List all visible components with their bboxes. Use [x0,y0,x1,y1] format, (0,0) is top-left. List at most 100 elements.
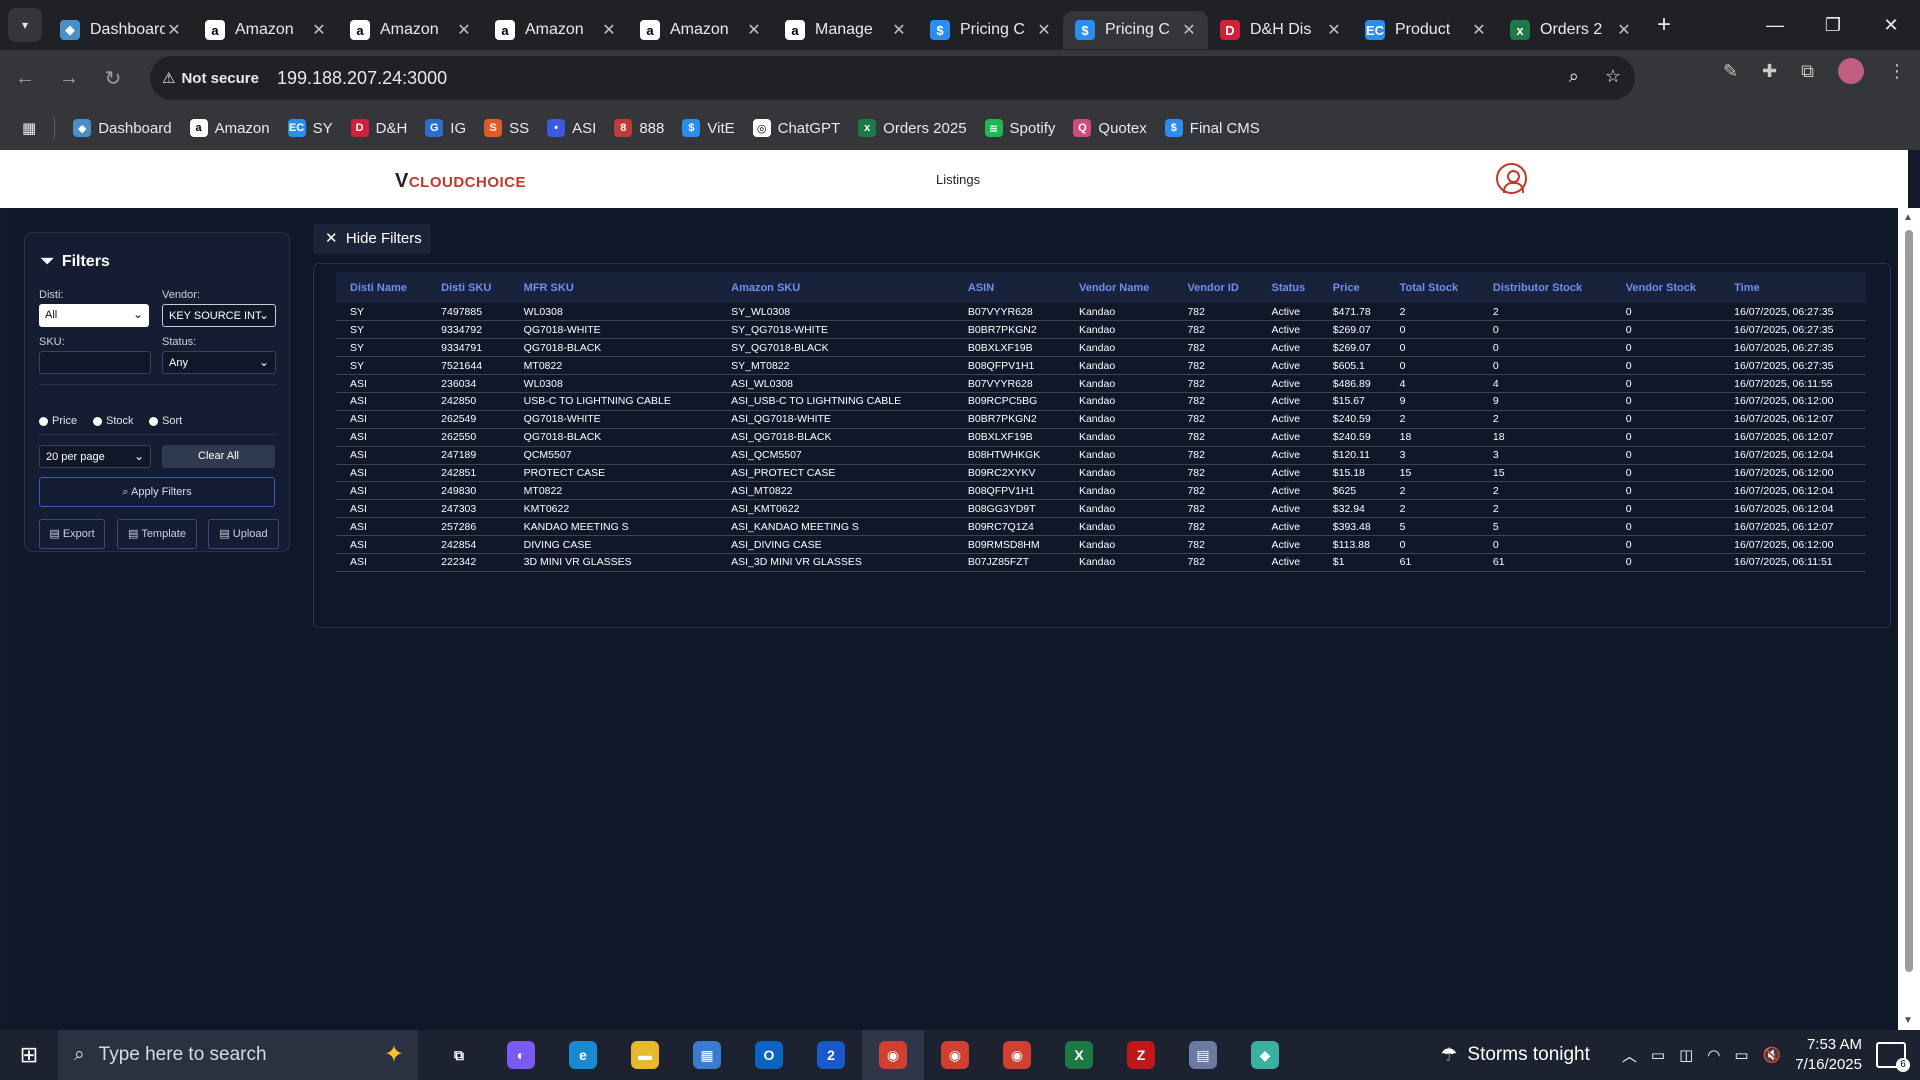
taskbar-app[interactable]: ◉ [862,1030,924,1080]
taskbar-app[interactable]: O [738,1030,800,1080]
taskbar-app[interactable]: Z [1110,1030,1172,1080]
zoom-icon[interactable]: ⌕ [1569,66,1579,87]
battery-icon[interactable]: ▭ [1734,1046,1748,1064]
bookmark-item[interactable]: $ VitE [682,119,735,137]
taskbar-search[interactable]: ⌕ Type here to search ✦ [58,1030,418,1080]
scroll-down-icon[interactable]: ▼ [1903,1015,1913,1026]
browser-tab[interactable]: x Orders 2 ✕ [1498,11,1643,49]
extensions-icon[interactable]: ⧉ [1801,61,1814,82]
close-tab-icon[interactable]: ✕ [310,20,328,40]
column-header[interactable]: MFR SKU [510,272,717,303]
radio-price[interactable]: Price [39,415,77,427]
scroll-up-icon[interactable]: ▲ [1903,212,1913,223]
weather-widget[interactable]: ☂ Storms tonight [1440,1044,1590,1067]
browser-tab[interactable]: $ Pricing C ✕ [918,11,1063,49]
user-account-icon[interactable] [1496,163,1527,194]
network-icon[interactable]: ▭ [1651,1046,1665,1064]
browser-tab[interactable]: $ Pricing C ✕ [1063,11,1208,49]
bookmark-item[interactable]: x Orders 2025 [858,119,967,137]
extension-puzzle-blue-icon[interactable]: ✚ [1762,61,1777,82]
browser-tab[interactable]: a Amazon ✕ [193,11,338,49]
browser-tab[interactable]: D D&H Dis ✕ [1208,11,1353,49]
new-tab-button[interactable]: + [1657,11,1671,39]
taskbar-app[interactable]: ◆ [1234,1030,1296,1080]
radio-button[interactable] [39,416,48,426]
table-row[interactable]: SY 9334792 QG7018-WHITE SY_QG7018-WHITE B0BR… [336,320,1866,340]
table-row[interactable]: ASI 242851 PROTECT CASE ASI_PROTECT CASE B09… [336,464,1866,483]
export-button[interactable]: ▤ Export [39,519,105,549]
minimize-icon[interactable]: — [1746,0,1804,50]
scrollbar-thumb[interactable] [1905,230,1913,972]
bookmark-item[interactable]: ≋ Spotify [984,119,1055,137]
browser-tab[interactable]: a Manage ✕ [773,11,918,49]
vendor-select[interactable]: KEY SOURCE INT ⌄ [162,304,276,327]
column-header[interactable]: Vendor ID [1173,272,1257,303]
forward-icon[interactable]: → [50,67,88,90]
tab-search-button[interactable]: ▾ [8,8,42,42]
column-header[interactable]: Vendor Name [1065,272,1173,303]
taskbar-app[interactable]: ◉ [924,1030,986,1080]
table-row[interactable]: ASI 257286 KANDAO MEETING S ASI_KANDAO MEET… [336,517,1866,537]
restore-icon[interactable]: ❐ [1804,0,1862,50]
nav-listings[interactable]: Listings [936,172,980,187]
table-row[interactable]: SY 9334791 QG7018-BLACK SY_QG7018-BLACK B0BX… [336,338,1866,358]
table-row[interactable]: SY 7521644 MT0822 SY_MT0822 B08QFPV1H1 Kandao… [336,356,1866,376]
taskbar-app[interactable]: ▬ [614,1030,676,1080]
profile-avatar[interactable] [1838,58,1864,84]
apply-filters-button[interactable]: ⌕ Apply Filters [39,477,275,507]
taskbar-app[interactable]: e [552,1030,614,1080]
bookmark-item[interactable]: G IG [425,119,466,137]
table-row[interactable]: ASI 262550 QG7018-BLACK ASI_QG7018-BLACK B0B… [336,428,1866,447]
bookmark-item[interactable]: EC SY [287,119,333,137]
address-bar[interactable]: ⚠ Not secure 199.188.207.24:3000 ⌕ ☆ [150,56,1635,100]
bookmark-item[interactable]: a Amazon [189,119,270,137]
close-tab-icon[interactable]: ✕ [1035,20,1053,40]
bookmark-item[interactable]: • ASI [547,119,596,137]
bookmark-item[interactable]: $ Final CMS [1164,119,1260,137]
page-scrollbar[interactable]: ▲ ▼ [1898,208,1920,1030]
browser-menu-icon[interactable]: ⋮ [1888,61,1906,82]
disti-select[interactable]: All ⌄ [39,304,149,327]
bookmark-item[interactable]: D D&H [350,119,407,137]
url-text[interactable]: 199.188.207.24:3000 [277,68,447,89]
column-header[interactable]: Disti SKU [427,272,510,303]
apps-grid-icon[interactable]: ▦ [22,119,36,137]
close-window-icon[interactable]: ✕ [1862,0,1920,50]
browser-tab[interactable]: EC Product ✕ [1353,11,1498,49]
reload-icon[interactable]: ↻ [94,66,132,91]
close-tab-icon[interactable]: ✕ [890,20,908,40]
radio-stock[interactable]: Stock [93,415,134,427]
cloudchoice-logo[interactable]: VCLOUDCHOICE [395,170,526,193]
radio-button[interactable] [149,416,158,426]
hide-filters-button[interactable]: ✕ Hide Filters [313,224,431,254]
browser-tab[interactable]: a Amazon ✕ [628,11,773,49]
bookmark-item[interactable]: S SS [484,119,529,137]
taskbar-app[interactable]: X [1048,1030,1110,1080]
table-row[interactable]: ASI 236034 WL0308 ASI_WL0308 B07VYYR628 Kanda… [336,374,1866,393]
camera-icon[interactable]: ◫ [1679,1046,1693,1064]
clear-all-button[interactable]: Clear All [162,445,275,468]
security-indicator[interactable]: ⚠ Not secure [162,69,259,88]
column-header[interactable]: Disti Name [336,272,427,303]
column-header[interactable]: ASIN [954,272,1065,303]
column-header[interactable]: Time [1720,272,1866,303]
extension-feather-icon[interactable]: ✎ [1723,61,1738,82]
bookmark-item[interactable]: ◎ ChatGPT [752,119,840,137]
system-clock[interactable]: 7:53 AM 7/16/2025 [1795,1035,1862,1075]
table-row[interactable]: ASI 247303 KMT0622 ASI_KMT0622 B08GG3YD9T Kan… [336,499,1866,519]
upload-button[interactable]: ▤ Upload [208,519,279,549]
column-header[interactable]: Vendor Stock [1612,272,1720,303]
table-row[interactable]: ASI 247189 QCM5507 ASI_QCM5507 B08HTWHKGK Kan… [336,446,1866,465]
browser-tab[interactable]: ◆ Dashboard ✕ [48,11,193,49]
column-header[interactable]: Total Stock [1386,272,1479,303]
per-page-select[interactable]: 20 per page ⌄ [39,445,151,468]
taskbar-app[interactable]: ⧉ [428,1030,490,1080]
column-header[interactable]: Price [1319,272,1386,303]
table-row[interactable]: ASI 262549 QG7018-WHITE ASI_QG7018-WHITE B0B… [336,410,1866,429]
volume-muted-icon[interactable]: 🔇 [1763,1046,1782,1064]
close-tab-icon[interactable]: ✕ [600,20,618,40]
close-tab-icon[interactable]: ✕ [1325,20,1343,40]
radio-button[interactable] [93,416,102,426]
wifi-icon[interactable]: ◠ [1707,1046,1720,1064]
taskbar-app[interactable]: ▤ [1172,1030,1234,1080]
